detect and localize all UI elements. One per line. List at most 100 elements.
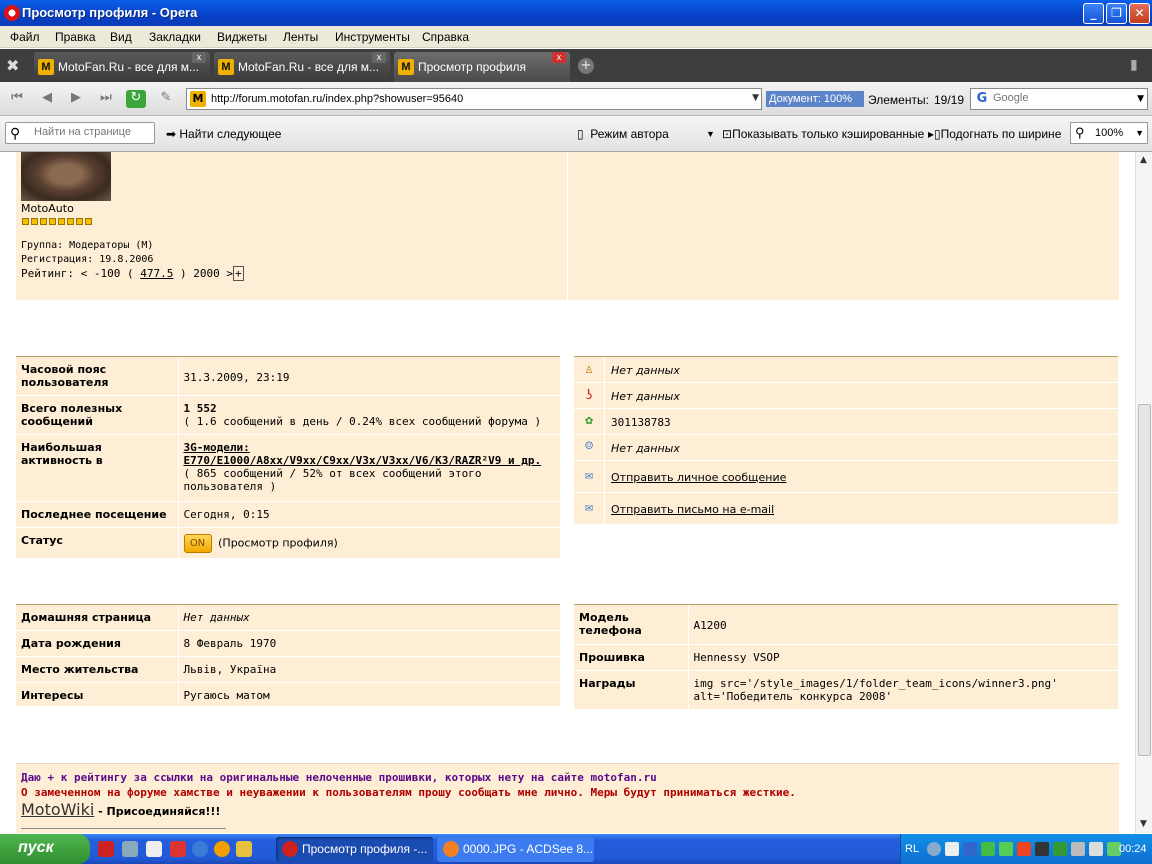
menu-feeds[interactable]: Ленты <box>283 26 318 44</box>
tray-network-icon[interactable] <box>1071 842 1085 856</box>
motofan-favicon-icon: M <box>398 59 414 75</box>
reload-icon[interactable]: ↻ <box>126 90 146 108</box>
taskbar-item-opera[interactable]: Просмотр профиля -... <box>276 837 433 862</box>
menu-widgets[interactable]: Виджеты <box>217 26 267 44</box>
motowiki-text: - Присоединяйся!!! <box>94 805 221 818</box>
chevron-down-icon[interactable]: ▼ <box>706 129 715 139</box>
language-indicator[interactable]: RL <box>905 843 919 855</box>
new-tab-icon[interactable]: + <box>578 58 594 74</box>
stats-panel: Часовой пояс пользователя 31.3.2009, 23:… <box>16 357 560 560</box>
find-field[interactable]: ⚲ <box>5 122 155 144</box>
fit-width-button[interactable]: ▸▯Подогнать по ширине <box>928 127 1061 141</box>
contact-row: ✉ Отправить письмо на e-mail <box>574 493 1118 525</box>
forward-icon[interactable]: ▶ <box>66 90 86 108</box>
zoom-value: 100% <box>1095 127 1124 139</box>
star-icon <box>40 218 47 225</box>
vertical-scrollbar[interactable]: ▲ ▼ <box>1135 152 1152 833</box>
tab-close-icon[interactable]: x <box>192 52 206 63</box>
chevron-down-icon[interactable]: ▼ <box>752 93 759 103</box>
stat-cell: ON (Просмотр профиля) <box>178 527 560 560</box>
chevron-down-icon[interactable]: ▼ <box>1137 94 1144 104</box>
menu-edit[interactable]: Правка <box>55 26 96 44</box>
menu-help[interactable]: Справка <box>422 26 469 44</box>
tray-save-icon[interactable] <box>945 842 959 856</box>
tray-media-icon[interactable] <box>1017 842 1031 856</box>
stat-value: 1 552 <box>183 402 217 415</box>
search-box[interactable]: G ▼ <box>970 88 1148 110</box>
tab-motofan-1[interactable]: M MotoFan.Ru - все для м... x <box>34 52 210 82</box>
motowiki-link[interactable]: MotoWiki <box>21 800 94 819</box>
url-field[interactable]: M http://forum.motofan.ru/index.php?show… <box>186 88 762 110</box>
tray-app-icon[interactable] <box>963 842 977 856</box>
opera-quicklaunch-icon[interactable] <box>98 841 114 857</box>
elements-value: 19/19 <box>934 93 965 107</box>
send-email-link[interactable]: Отправить письмо на e-mail <box>611 503 774 516</box>
rewind-icon[interactable]: ⏮ <box>7 90 27 108</box>
tray-arrow-icon[interactable] <box>927 842 941 856</box>
rating-plus-button[interactable]: + <box>232 266 244 281</box>
tab-label: MotoFan.Ru - все для м... <box>238 60 380 74</box>
close-button[interactable]: ✕ <box>1129 3 1150 24</box>
tab-close-icon[interactable]: x <box>552 52 566 63</box>
taskbar-item-acdsee[interactable]: 0000.JPG - ACDSee 8... <box>437 837 594 862</box>
cached-only-label: Показывать только кэшированные <box>732 127 925 141</box>
forum-link[interactable]: 3G-модели: E770/E1000/A8xx/V9xx/C9xx/V3x… <box>184 441 556 467</box>
personal-panel: Домашняя страница Нет данных Дата рожден… <box>16 605 560 709</box>
star-icon <box>22 218 29 225</box>
desktop-quicklaunch-icon[interactable] <box>122 841 138 857</box>
chevron-down-icon[interactable]: ▼ <box>1135 128 1144 138</box>
personal-label: Место жительства <box>16 656 179 683</box>
signature-line-1: Даю + к рейтингу за ссылки на оригинальн… <box>21 771 657 784</box>
tray-volume-icon[interactable] <box>1089 842 1103 856</box>
zoom-select[interactable]: ⚲ 100% ▼ <box>1070 122 1148 144</box>
scroll-down-icon[interactable]: ▼ <box>1140 819 1147 829</box>
title-bar: Просмотр профиля - Opera _ ❐ ✕ <box>0 0 1152 26</box>
maximize-button[interactable]: ❐ <box>1106 3 1127 24</box>
google-icon: G <box>976 91 988 106</box>
phone-label: Награды <box>574 670 689 710</box>
star-icon <box>58 218 65 225</box>
trash-icon[interactable]: ▮ <box>1130 57 1138 73</box>
tab-motofan-2[interactable]: M MotoFan.Ru - все для м... x <box>214 52 390 82</box>
fastforward-icon[interactable]: ⏭ <box>96 90 116 108</box>
menu-file[interactable]: Файл <box>10 26 40 44</box>
app-quicklaunch-icon[interactable] <box>170 841 186 857</box>
search-input[interactable] <box>993 92 1133 104</box>
app2-quicklaunch-icon[interactable] <box>214 841 230 857</box>
star-icon <box>85 218 92 225</box>
contact-text: 301138783 <box>611 416 671 429</box>
tray-icq2-icon[interactable] <box>999 842 1013 856</box>
contact-text: Нет данных <box>611 364 680 377</box>
tab-profile[interactable]: M Просмотр профиля x <box>394 52 570 82</box>
document-quicklaunch-icon[interactable] <box>146 841 162 857</box>
page-content: MotoAuto Группа: Модераторы (M) Регистра… <box>0 152 1135 833</box>
contact-text: Нет данных <box>611 442 680 455</box>
find-next-button[interactable]: ➡ Найти следующее <box>166 127 281 141</box>
rank-stars <box>22 215 94 225</box>
info-quicklaunch-icon[interactable] <box>192 841 208 857</box>
msn-icon: ☺ <box>574 435 605 460</box>
cached-only-button[interactable]: ⊡Показывать только кэшированные <box>722 127 924 141</box>
send-pm-link[interactable]: Отправить личное сообщение <box>611 471 786 484</box>
back-icon[interactable]: ◀ <box>37 90 57 108</box>
rating-value-link[interactable]: 477.5 <box>140 267 173 280</box>
minimize-button[interactable]: _ <box>1083 3 1104 24</box>
tray-icq-icon[interactable] <box>981 842 995 856</box>
scroll-thumb[interactable] <box>1138 404 1151 756</box>
tray-shield-icon[interactable] <box>1053 842 1067 856</box>
find-input[interactable] <box>34 126 152 138</box>
stat-label: Часовой пояс пользователя <box>16 357 179 396</box>
edit-icon[interactable]: ✎ <box>156 90 176 108</box>
author-mode-button[interactable]: ▯ Режим автора <box>577 127 669 141</box>
author-mode-label: Режим автора <box>590 127 669 141</box>
contact-row: ʖ Нет данных <box>574 383 1118 409</box>
menu-tools[interactable]: Инструменты <box>335 26 410 44</box>
tab-close-icon[interactable]: x <box>372 52 386 63</box>
app3-quicklaunch-icon[interactable] <box>236 841 252 857</box>
menu-view[interactable]: Вид <box>110 26 132 44</box>
tray-monitor-icon[interactable] <box>1035 842 1049 856</box>
menu-bookmarks[interactable]: Закладки <box>149 26 201 44</box>
scroll-up-icon[interactable]: ▲ <box>1140 155 1147 165</box>
tools-icon[interactable]: ✖ <box>6 56 19 75</box>
start-button[interactable]: пуск <box>0 834 90 864</box>
